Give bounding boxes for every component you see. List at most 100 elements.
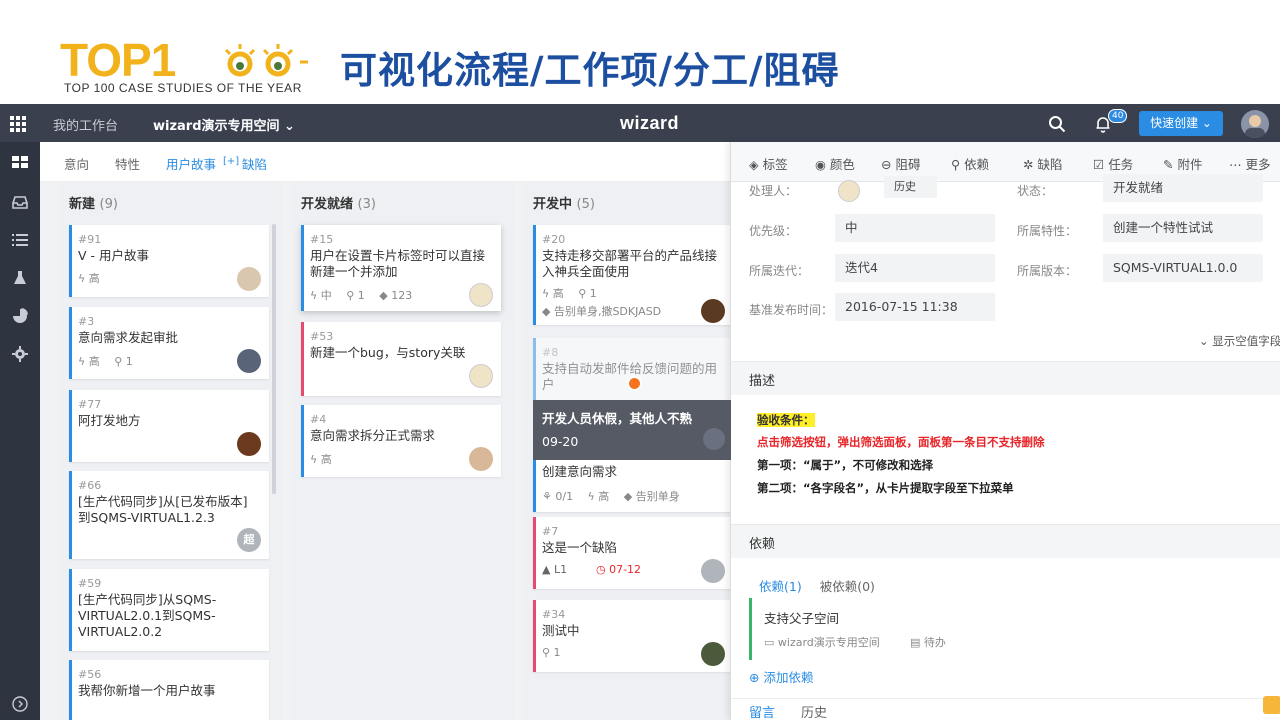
toolbar-task[interactable]: ☑ 任务 bbox=[1093, 154, 1133, 173]
card-number: #34 bbox=[542, 608, 566, 621]
column-header: 开发就绪 (3) bbox=[301, 193, 376, 212]
card-avatar bbox=[469, 364, 493, 388]
notification-badge: 40 bbox=[1108, 109, 1128, 123]
owner-avatar[interactable] bbox=[838, 180, 860, 202]
side-nav bbox=[0, 142, 40, 720]
card-avatar bbox=[469, 447, 493, 471]
card-title: 意向需求发起审批 bbox=[78, 330, 179, 345]
blocker-icon[interactable] bbox=[627, 376, 642, 391]
column-name: 开发就绪 bbox=[301, 197, 354, 212]
card-8[interactable]: #8 支持自动发邮件给反馈问题的用户 bbox=[533, 338, 733, 402]
card-avatar bbox=[237, 267, 261, 291]
card-title: [生产代码同步]从[已发布版本]到SQMS-VIRTUAL1.2.3 bbox=[78, 494, 248, 525]
collapse-arrow-icon[interactable] bbox=[12, 696, 28, 712]
filter-intent[interactable]: 意向 bbox=[64, 154, 89, 173]
priority-field[interactable]: 中 bbox=[835, 214, 995, 242]
card-number: #77 bbox=[78, 398, 102, 411]
section-title: 依赖 bbox=[749, 537, 776, 552]
card-title: V - 用户故事 bbox=[78, 248, 150, 263]
iteration-label: 所属迭代： bbox=[749, 264, 810, 278]
dependency-header[interactable]: 依赖 bbox=[731, 524, 1280, 558]
footer-tabs: 留言 历史 bbox=[731, 698, 1280, 720]
card-59[interactable]: #59 [生产代码同步]从SQMS-VIRTUAL2.0.1到SQMS-VIRT… bbox=[69, 569, 269, 651]
toolbar-more[interactable]: ⋯ 更多 bbox=[1229, 154, 1271, 173]
tab-comments[interactable]: 留言 bbox=[749, 702, 775, 720]
status-label: 状态： bbox=[1017, 184, 1054, 198]
tab-depends-on[interactable]: 依赖(1) bbox=[759, 579, 802, 594]
pie-chart-icon[interactable] bbox=[12, 308, 28, 324]
tab-history[interactable]: 历史 bbox=[801, 702, 827, 720]
card-34[interactable]: #34 测试中 ⚲ 1 bbox=[533, 600, 733, 672]
toolbar-dependency[interactable]: ⚲ 依赖 bbox=[951, 154, 989, 173]
user-avatar[interactable] bbox=[1241, 110, 1269, 138]
card-77[interactable]: #77 阿打发地方 bbox=[69, 390, 269, 462]
show-empty-toggle[interactable]: ⌄ 显示空值字段 bbox=[1199, 333, 1280, 349]
card-avatar bbox=[469, 283, 493, 307]
history-button[interactable]: 历史 bbox=[884, 176, 937, 198]
gear-icon[interactable] bbox=[12, 346, 28, 362]
filter-feature[interactable]: 特性 bbox=[115, 154, 140, 173]
status-field[interactable]: 开发就绪 bbox=[1103, 174, 1263, 202]
card-title: 这是一个缺陷 bbox=[542, 540, 618, 555]
add-dependency-button[interactable]: ⊕ 添加依赖 bbox=[749, 667, 813, 686]
card-title: 意向需求拆分正式需求 bbox=[310, 428, 436, 443]
top-bar: 我的工作台 wizard演示专用空间 ⌄ wizard 40 快速创建 ⌄ bbox=[0, 104, 1280, 142]
description-header[interactable]: 描述 bbox=[731, 361, 1280, 395]
card-title: 支持走移交部署平台的产品线接入神兵全面使用 bbox=[542, 248, 718, 279]
desc-line-1: 验收条件： bbox=[757, 413, 815, 427]
card-meta: ⚘ 0/1 ϟ 高 ◆ 告别单身 bbox=[542, 490, 680, 503]
detail-panel: ◈ 标签 ◉ 颜色 ⊖ 阻碍 ⚲ 依赖 ✲ 缺陷 ☑ 任务 ✎ 附件 ⋯ 更多 … bbox=[730, 142, 1280, 720]
chat-icon[interactable] bbox=[1263, 696, 1280, 714]
search-icon[interactable] bbox=[1048, 115, 1066, 133]
card-4[interactable]: #4 意向需求拆分正式需求 ϟ 高 bbox=[301, 405, 501, 477]
card-due-date: ◷ 07-12 bbox=[596, 563, 642, 576]
card-91[interactable]: #91 V - 用户故事 ϟ 高 bbox=[69, 225, 269, 297]
card-avatar bbox=[237, 349, 261, 373]
quick-create-button[interactable]: 快速创建 ⌄ bbox=[1139, 111, 1223, 136]
card-title: 新建一个bug，与story关联 bbox=[310, 345, 466, 360]
card-7[interactable]: #7 这是一个缺陷 ▲ L1 ◷ 07-12 bbox=[533, 517, 733, 589]
card-3[interactable]: #3 意向需求发起审批 ϟ 高 ⚲ 1 bbox=[69, 307, 269, 379]
card-number: #4 bbox=[310, 413, 327, 426]
card-15[interactable]: #15 用户在设置卡片标签时可以直接新建一个并添加 ϟ 中 ⚲ 1 ◆ 123 bbox=[301, 225, 501, 311]
space-selector[interactable]: wizard演示专用空间 ⌄ bbox=[153, 115, 295, 134]
inbox-icon[interactable] bbox=[12, 194, 28, 210]
kanban-app: 我的工作台 wizard演示专用空间 ⌄ wizard 40 快速创建 ⌄ 意向… bbox=[0, 104, 1280, 720]
iteration-field[interactable]: 迭代4 bbox=[835, 254, 995, 282]
slide-title: 可视化流程/工作项/分工/阻碍 bbox=[340, 48, 840, 92]
card-20[interactable]: #20 支持走移交部署平台的产品线接入神兵全面使用 ϟ 高 ⚲ 1 ◆ 告别单身… bbox=[533, 225, 733, 325]
list-icon[interactable] bbox=[12, 232, 28, 248]
card-number: #91 bbox=[78, 233, 102, 246]
dep-item-status: ▤ 待办 bbox=[910, 636, 946, 649]
toolbar-blocker[interactable]: ⊖ 阻碍 bbox=[881, 154, 920, 173]
toolbar-tag[interactable]: ◈ 标签 bbox=[749, 154, 788, 173]
toolbar-defect[interactable]: ✲ 缺陷 bbox=[1023, 154, 1062, 173]
board-icon[interactable] bbox=[12, 154, 28, 170]
column-scrollbar[interactable] bbox=[272, 224, 276, 494]
card-66[interactable]: #66 [生产代码同步]从[已发布版本]到SQMS-VIRTUAL1.2.3 超 bbox=[69, 471, 269, 559]
my-workspace-link[interactable]: 我的工作台 bbox=[53, 115, 118, 134]
filter-toggle-icon[interactable]: [+] bbox=[223, 156, 239, 167]
card-56[interactable]: #56 我帮你新增一个用户故事 bbox=[69, 660, 269, 720]
release-field[interactable]: 2016-07-15 11:38 bbox=[835, 293, 995, 321]
card-level: ▲ L1 bbox=[542, 563, 568, 576]
card-meta: ϟ 高 ⚲ 1 bbox=[78, 355, 133, 368]
column-count: (9) bbox=[99, 197, 118, 212]
slide-banner: TOP1 TOP 100 CASE STUDIES OF THE YEAR 可视… bbox=[0, 0, 1280, 104]
dependency-item[interactable]: 支持父子空间 ▭ wizard演示专用空间 ▤ 待办 bbox=[749, 598, 1280, 660]
apps-grid-icon[interactable] bbox=[10, 116, 26, 132]
tab-depended-by[interactable]: 被依赖(0) bbox=[820, 579, 875, 594]
card-2[interactable]: 创建意向需求 ⚘ 0/1 ϟ 高 ◆ 告别单身 bbox=[533, 460, 733, 512]
feature-field[interactable]: 创建一个特性试试 bbox=[1103, 214, 1263, 242]
card-53[interactable]: #53 新建一个bug，与story关联 bbox=[301, 322, 501, 396]
filter-defect[interactable]: 缺陷 bbox=[242, 154, 267, 173]
column-header: 新建 (9) bbox=[69, 193, 118, 212]
toolbar-color[interactable]: ◉ 颜色 bbox=[815, 154, 855, 173]
card-avatar: 超 bbox=[237, 528, 261, 552]
card-title: 用户在设置卡片标签时可以直接新建一个并添加 bbox=[310, 248, 486, 279]
dep-item-space: ▭ wizard演示专用空间 bbox=[764, 636, 880, 649]
flask-icon[interactable] bbox=[12, 270, 28, 286]
filter-user-story[interactable]: 用户故事 bbox=[166, 154, 216, 173]
toolbar-attachment[interactable]: ✎ 附件 bbox=[1163, 154, 1202, 173]
version-field[interactable]: SQMS-VIRTUAL1.0.0 bbox=[1103, 254, 1263, 282]
